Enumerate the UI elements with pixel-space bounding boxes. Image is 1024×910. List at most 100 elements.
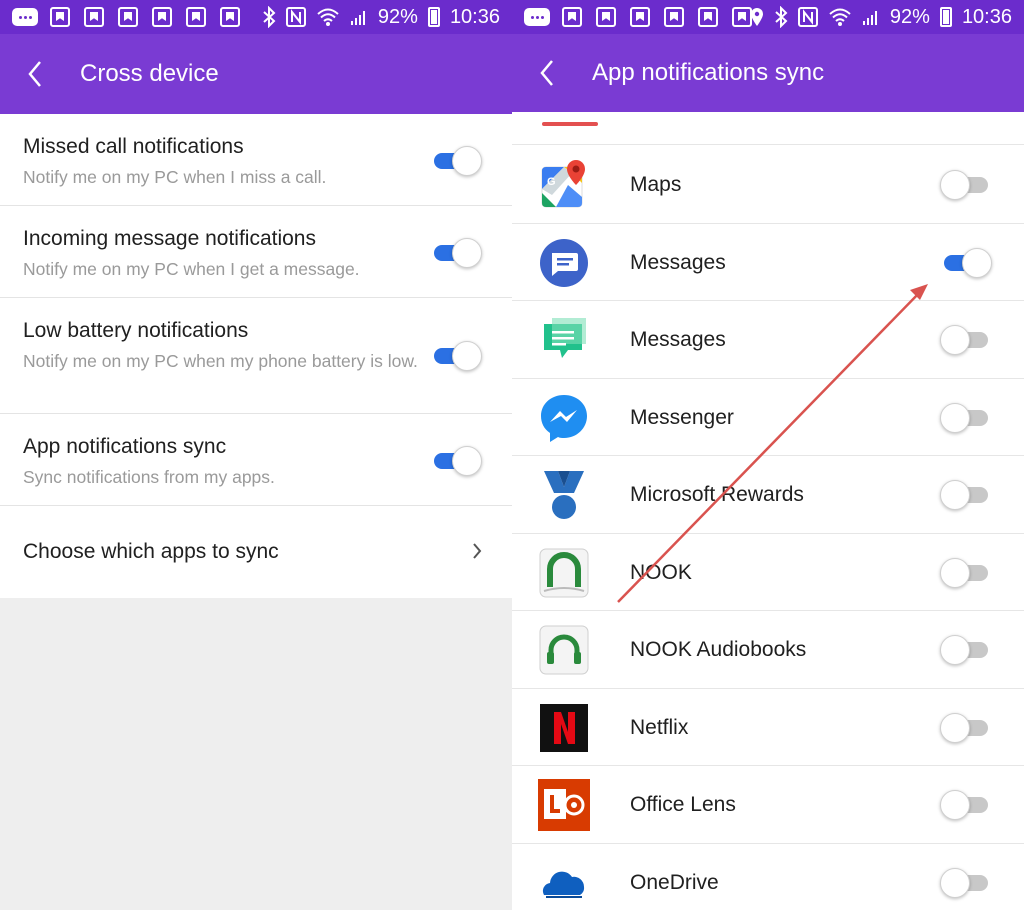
- nook-audiobooks-toggle[interactable]: [940, 634, 992, 666]
- message-notification-icon: [524, 8, 550, 26]
- status-bar: 92% 10:36: [512, 0, 1024, 34]
- app-row-onedrive[interactable]: OneDrive: [512, 844, 1024, 910]
- messages-toggle[interactable]: [940, 247, 992, 279]
- bookmark-notification-icon: [220, 7, 240, 27]
- battery-percent: 92%: [889, 5, 930, 28]
- app-row-office-lens[interactable]: Office Lens: [512, 766, 1024, 844]
- setting-incoming-message[interactable]: Incoming message notifications Notify me…: [0, 206, 512, 298]
- low-battery-toggle[interactable]: [430, 340, 482, 372]
- app-bar: App notifications sync: [512, 34, 1024, 112]
- setting-subtitle: Notify me on my PC when I miss a call.: [23, 167, 327, 187]
- chevron-left-icon: [28, 61, 41, 87]
- status-system-icons: 92% 10:36: [750, 0, 1012, 34]
- messenger-toggle[interactable]: [940, 402, 992, 434]
- bookmark-notification-icon: [118, 7, 138, 27]
- setting-app-notifications-sync[interactable]: App notifications sync Sync notification…: [0, 414, 512, 506]
- page-title: App notifications sync: [592, 59, 825, 86]
- nfc-icon: [285, 7, 306, 27]
- office-lens-icon: [538, 779, 590, 831]
- bookmark-notification-icon: [630, 7, 650, 27]
- page-title: Cross device: [80, 60, 219, 87]
- app-name: Messenger: [630, 405, 734, 429]
- choose-apps-label: Choose which apps to sync: [23, 540, 279, 563]
- app-name: Office Lens: [630, 793, 736, 816]
- app-row-nook[interactable]: NOOK: [512, 534, 1024, 611]
- nook-icon: [539, 548, 589, 597]
- setting-subtitle: Notify me on my PC when I get a message.: [23, 259, 360, 279]
- status-notification-icons: [12, 7, 254, 27]
- setting-low-battery[interactable]: Low battery notifications Notify me on m…: [0, 298, 512, 414]
- setting-missed-call[interactable]: Missed call notifications Notify me on m…: [0, 114, 512, 206]
- nfc-icon: [797, 7, 818, 27]
- app-row-netflix[interactable]: Netflix: [512, 689, 1024, 766]
- app-row-messages[interactable]: Messages: [512, 224, 1024, 301]
- app-bar: Cross device: [0, 34, 512, 114]
- status-notification-icons: [524, 7, 766, 27]
- bookmark-notification-icon: [50, 7, 70, 27]
- app-name: NOOK: [630, 560, 692, 584]
- bookmark-notification-icon: [596, 7, 616, 27]
- partially-scrolled-row: [512, 112, 1024, 145]
- battery-icon: [939, 7, 952, 27]
- signal-icon: [350, 11, 365, 25]
- message-notification-icon: [12, 8, 38, 26]
- onedrive-icon: [542, 871, 585, 898]
- clock: 10:36: [961, 5, 1012, 28]
- settings-list: Missed call notifications Notify me on m…: [0, 114, 512, 598]
- battery-percent: 92%: [377, 5, 418, 28]
- app-name: Netflix: [630, 715, 689, 739]
- app-row-nook-audiobooks[interactable]: NOOK Audiobooks: [512, 611, 1024, 689]
- app-notifications-sync-toggle[interactable]: [430, 445, 482, 477]
- app-notifications-sync-screen: 92% 10:36 App notifications sync G Maps …: [512, 0, 1024, 910]
- bookmark-notification-icon: [698, 7, 718, 27]
- nook-audiobooks-icon: [539, 625, 589, 675]
- microsoft-rewards-toggle[interactable]: [940, 479, 992, 511]
- facebook-messenger-icon: [541, 394, 587, 442]
- nook-toggle[interactable]: [940, 557, 992, 589]
- setting-subtitle: Sync notifications from my apps.: [23, 467, 275, 487]
- app-row-maps[interactable]: G Maps: [512, 146, 1024, 224]
- chevron-left-icon: [540, 60, 553, 86]
- app-name: OneDrive: [630, 870, 719, 894]
- app-name: Maps: [630, 173, 682, 196]
- cross-device-screen: 92% 10:36 Cross device Missed call notif…: [0, 0, 512, 910]
- wifi-icon: [317, 8, 339, 26]
- app-name: NOOK Audiobooks: [630, 638, 807, 661]
- google-maps-icon: G: [541, 160, 585, 208]
- status-bar: 92% 10:36: [0, 0, 512, 34]
- choose-apps-to-sync[interactable]: Choose which apps to sync: [0, 506, 512, 598]
- office-lens-toggle[interactable]: [940, 789, 992, 821]
- bluetooth-icon: [263, 6, 276, 28]
- clock: 10:36: [449, 5, 500, 28]
- app-row-microsoft-rewards[interactable]: Microsoft Rewards: [512, 456, 1024, 534]
- back-button[interactable]: [0, 34, 70, 114]
- signal-icon: [862, 11, 877, 25]
- samsung-messages-icon: [544, 318, 586, 358]
- bluetooth-icon: [775, 6, 788, 28]
- svg-text:G: G: [547, 176, 556, 188]
- incoming-message-toggle[interactable]: [430, 237, 482, 269]
- missed-call-toggle[interactable]: [430, 145, 482, 177]
- app-row-messenger[interactable]: Messenger: [512, 379, 1024, 456]
- maps-toggle[interactable]: [940, 169, 992, 201]
- location-icon: [750, 8, 763, 26]
- setting-subtitle: Notify me on my PC when my phone battery…: [23, 351, 418, 371]
- battery-icon: [427, 7, 440, 27]
- netflix-icon: [540, 703, 588, 752]
- app-row-messages-2[interactable]: Messages: [512, 301, 1024, 379]
- app-list: G Maps Messages Messages Messenger Micro…: [512, 146, 1024, 910]
- microsoft-rewards-medal-icon: [544, 471, 584, 519]
- android-messages-icon: [540, 238, 588, 287]
- bookmark-notification-icon: [562, 7, 582, 27]
- bookmark-notification-icon: [664, 7, 684, 27]
- app-name: Messages: [630, 328, 726, 351]
- netflix-toggle[interactable]: [940, 712, 992, 744]
- bookmark-notification-icon: [84, 7, 104, 27]
- bookmark-notification-icon: [152, 7, 172, 27]
- messages-2-toggle[interactable]: [940, 324, 992, 356]
- status-system-icons: 92% 10:36: [262, 0, 500, 34]
- bookmark-notification-icon: [186, 7, 206, 27]
- back-button[interactable]: [512, 34, 582, 112]
- onedrive-toggle[interactable]: [940, 867, 992, 899]
- app-name: Messages: [630, 250, 726, 274]
